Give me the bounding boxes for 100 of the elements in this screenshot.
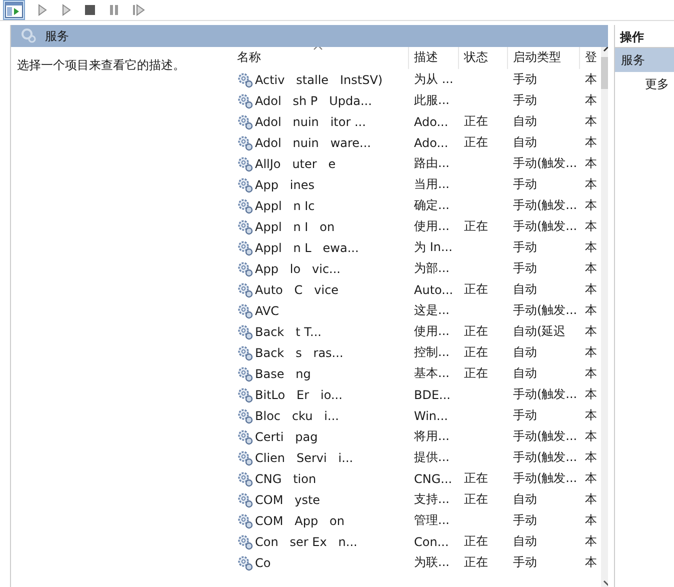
restart-icon[interactable] bbox=[132, 4, 146, 16]
gears-icon bbox=[237, 554, 253, 570]
service-name[interactable]: App ines bbox=[227, 176, 409, 192]
table-cell-text: 手动 bbox=[512, 71, 538, 88]
table-cell-text: 正在 bbox=[463, 554, 489, 571]
table-cell-text: 为联... bbox=[413, 554, 450, 571]
column-header[interactable]: 登 bbox=[580, 47, 601, 69]
table-cell-text: 本 bbox=[584, 386, 598, 403]
table-cell-text: 手动 bbox=[512, 260, 538, 277]
gears-icon bbox=[237, 156, 253, 172]
column-header[interactable]: 状态 bbox=[459, 47, 508, 69]
stop-icon[interactable] bbox=[84, 4, 96, 16]
table-cell-text: 手动(触发... bbox=[512, 197, 578, 214]
table-cell-text: CNG... bbox=[413, 472, 454, 486]
gears-icon bbox=[237, 408, 253, 424]
service-name[interactable]: App lo vic... bbox=[227, 260, 409, 276]
table-cell-text: 使用... bbox=[413, 323, 450, 340]
table-cell-text: 控制... bbox=[413, 344, 450, 361]
table-cell-text: 本 bbox=[584, 281, 598, 298]
service-name[interactable]: Appl n I on bbox=[227, 218, 409, 234]
table-cell-text: 手动 bbox=[512, 239, 538, 256]
table-cell-text: 自动 bbox=[512, 113, 538, 130]
description-text: 选择一个项目来查看它的描述。 bbox=[17, 58, 185, 72]
service-name[interactable]: Bloc cku i... bbox=[227, 408, 409, 424]
table-cell-text: 确定... bbox=[413, 197, 450, 214]
table-cell-text: 正在 bbox=[463, 344, 489, 361]
column-header[interactable]: 描述 bbox=[409, 47, 459, 69]
gears-icon bbox=[237, 198, 253, 214]
service-name[interactable]: Appl n L ewa... bbox=[227, 240, 409, 256]
table-cell-text: 支持... bbox=[413, 491, 450, 508]
service-name[interactable]: Base ng bbox=[227, 366, 409, 382]
service-name[interactable]: Con ser Ex n... bbox=[227, 534, 409, 550]
table-cell-text: Auto... bbox=[413, 282, 454, 296]
service-name[interactable]: Auto C vice bbox=[227, 282, 409, 298]
service-name[interactable]: AllJo uter e bbox=[227, 156, 409, 172]
column-header[interactable]: 启动类型 bbox=[508, 47, 580, 69]
service-name[interactable]: Adol sh P Upda... bbox=[227, 92, 409, 108]
table-cell-text: 自动 bbox=[512, 491, 538, 508]
service-name[interactable]: Activ stalle InstSV) bbox=[227, 72, 409, 88]
table-cell-text: 手动(触发... bbox=[512, 386, 578, 403]
table-cell-text: 提供... bbox=[413, 449, 450, 466]
table-cell-text: 路由... bbox=[413, 155, 450, 172]
table-cell-text: 手动(触发... bbox=[512, 470, 578, 487]
service-name[interactable]: Adol nuin itor ... bbox=[227, 114, 409, 130]
table-cell-text: 使用... bbox=[413, 218, 450, 235]
table-cell-text: 手动 bbox=[512, 554, 538, 571]
table-cell-text: 自动 bbox=[512, 533, 538, 550]
gears-icon bbox=[21, 28, 37, 44]
pause-icon[interactable] bbox=[108, 4, 120, 16]
gears-icon bbox=[237, 72, 253, 88]
table-cell-text: 此服... bbox=[413, 92, 450, 109]
service-name[interactable]: Certi pag bbox=[227, 428, 409, 444]
table-cell-text: 手动 bbox=[512, 176, 538, 193]
table-cell-text: 本 bbox=[584, 365, 598, 382]
action-item[interactable]: 服务 bbox=[615, 48, 674, 72]
table-cell-text: 本 bbox=[584, 134, 598, 151]
table-cell-text: 正在 bbox=[463, 323, 489, 340]
table-cell-text: 正在 bbox=[463, 365, 489, 382]
service-name[interactable]: COM yste bbox=[227, 492, 409, 508]
table-cell-text: 正在 bbox=[463, 470, 489, 487]
table-cell-text: 手动 bbox=[512, 92, 538, 109]
service-name[interactable]: CNG tion bbox=[227, 470, 409, 486]
table-cell-text: 正在 bbox=[463, 113, 489, 130]
table-cell-text: 正在 bbox=[463, 218, 489, 235]
table-cell-text: 正在 bbox=[463, 281, 489, 298]
table-cell-text: Ado... bbox=[413, 136, 450, 150]
column-header[interactable]: 名称 bbox=[227, 47, 409, 69]
gears-icon bbox=[237, 260, 253, 276]
action-item[interactable]: 更多 bbox=[615, 72, 674, 96]
service-name[interactable]: Appl n Ic bbox=[227, 198, 409, 214]
start-icon[interactable] bbox=[60, 4, 72, 16]
table-cell-text: 本 bbox=[584, 92, 598, 109]
table-cell-text: 本 bbox=[584, 428, 598, 445]
table-cell-text: 自动 bbox=[512, 344, 538, 361]
table-cell-text: Con... bbox=[413, 534, 450, 548]
start-icon[interactable] bbox=[36, 4, 48, 16]
service-name[interactable]: Clien Servi i... bbox=[227, 450, 409, 466]
table-cell-text: 正在 bbox=[463, 134, 489, 151]
service-name[interactable]: AVC bbox=[227, 302, 409, 318]
header-title: 服务 bbox=[45, 28, 69, 44]
service-name[interactable]: Back s ras... bbox=[227, 344, 409, 360]
service-name[interactable]: Co bbox=[227, 554, 409, 570]
table-cell-text: 手动 bbox=[512, 407, 538, 424]
gears-icon bbox=[237, 386, 253, 402]
console-view-icon[interactable] bbox=[4, 1, 24, 19]
service-name[interactable]: BitLo Er io... bbox=[227, 386, 409, 402]
table-cell-text: 正在 bbox=[463, 491, 489, 508]
table-cell-text: 本 bbox=[584, 218, 598, 235]
service-name[interactable]: COM App on bbox=[227, 512, 409, 528]
table-cell-text: 为部... bbox=[413, 260, 450, 277]
table-cell-text: 基本... bbox=[413, 365, 450, 382]
table-cell-text: 本 bbox=[584, 407, 598, 424]
gears-icon bbox=[237, 324, 253, 340]
service-name[interactable]: Back t T... bbox=[227, 324, 409, 340]
service-name[interactable]: Adol nuin ware... bbox=[227, 134, 409, 150]
gears-icon bbox=[237, 218, 253, 234]
table-cell-text: 手动(触发... bbox=[512, 218, 578, 235]
gears-icon bbox=[237, 428, 253, 444]
gears-icon bbox=[237, 450, 253, 466]
table-cell-text: 为从 ... bbox=[413, 71, 454, 88]
